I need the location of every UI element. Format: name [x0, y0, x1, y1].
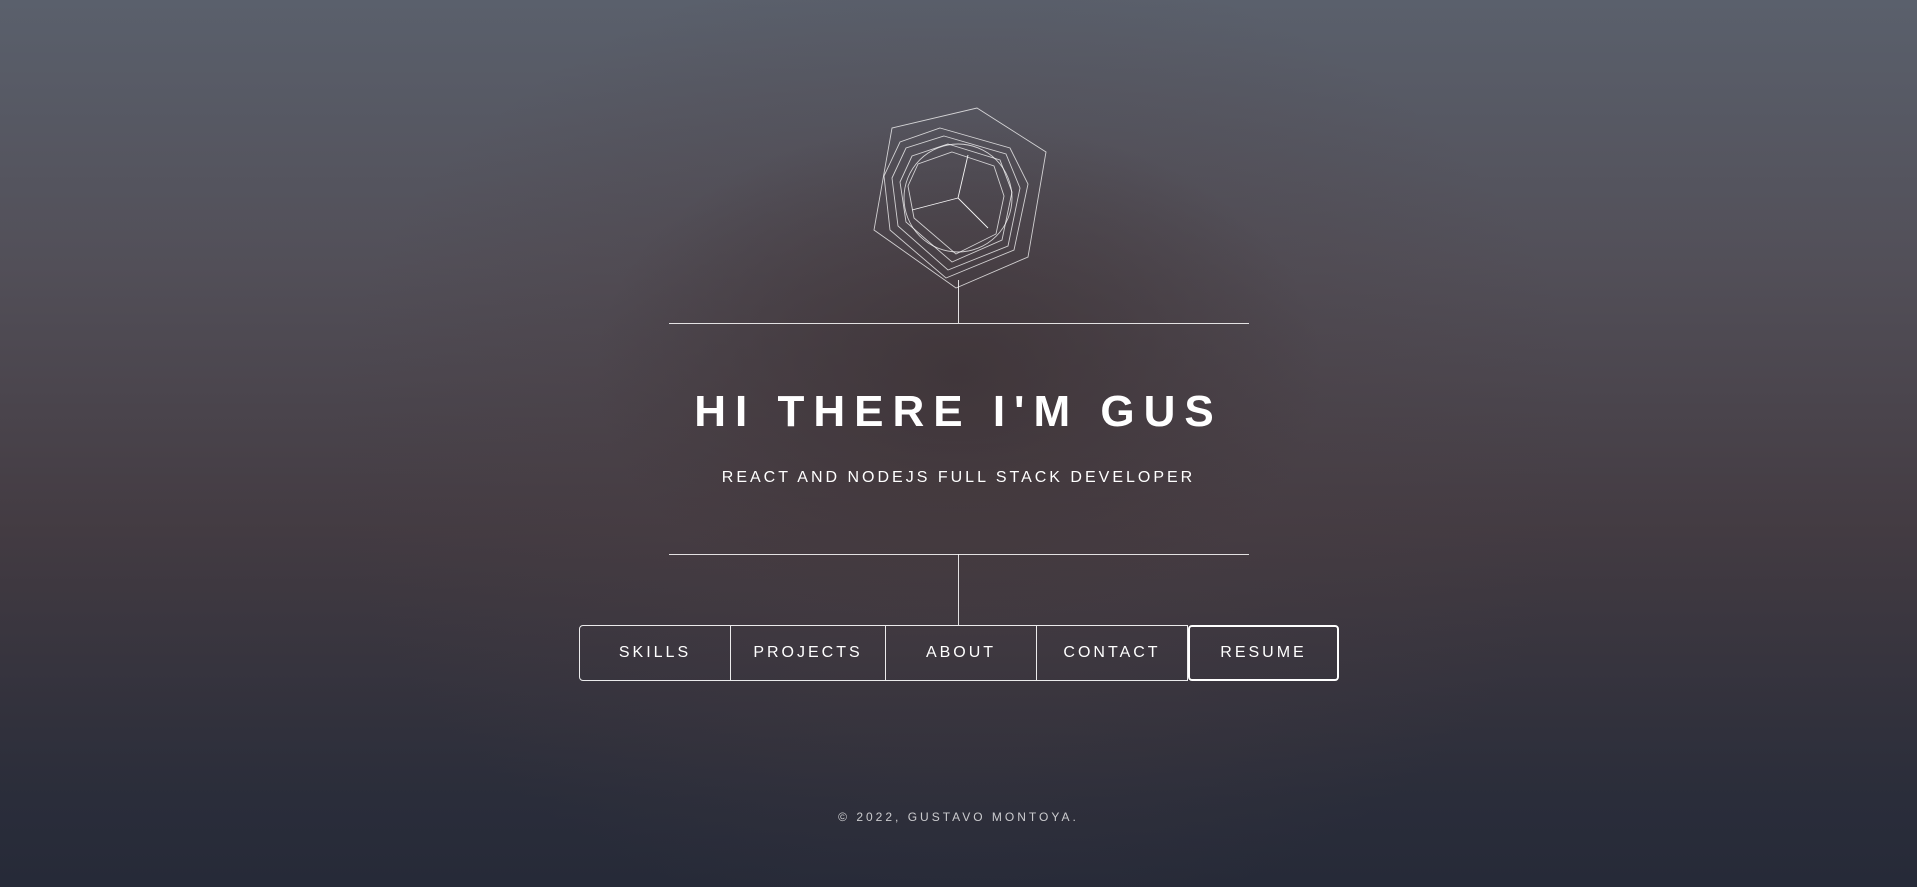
hexagon-wireframe-logo-icon [873, 107, 1047, 289]
nav-item-projects[interactable]: PROJECTS [731, 625, 886, 681]
nav-item-about[interactable]: ABOUT [886, 625, 1037, 681]
page-title: HI THERE I'M GUS [694, 387, 1223, 436]
page-subtitle: REACT AND NODEJS FULL STACK DEVELOPER [721, 469, 1196, 486]
nav-item-contact[interactable]: CONTACT [1037, 625, 1188, 681]
top-divider [669, 323, 1249, 324]
hero-section: HI THERE I'M GUS REACT AND NODEJS FULL S… [0, 0, 1917, 887]
main-nav: SKILLS PROJECTS ABOUT CONTACT RESUME [579, 625, 1339, 681]
nav-connector-line [958, 554, 959, 625]
nav-item-skills[interactable]: SKILLS [579, 625, 731, 681]
logo-connector-line [958, 280, 959, 323]
bottom-divider [669, 554, 1249, 555]
copyright-footer: © 2022, GUSTAVO MONTOYA. [838, 810, 1079, 824]
nav-item-resume[interactable]: RESUME [1188, 625, 1339, 681]
